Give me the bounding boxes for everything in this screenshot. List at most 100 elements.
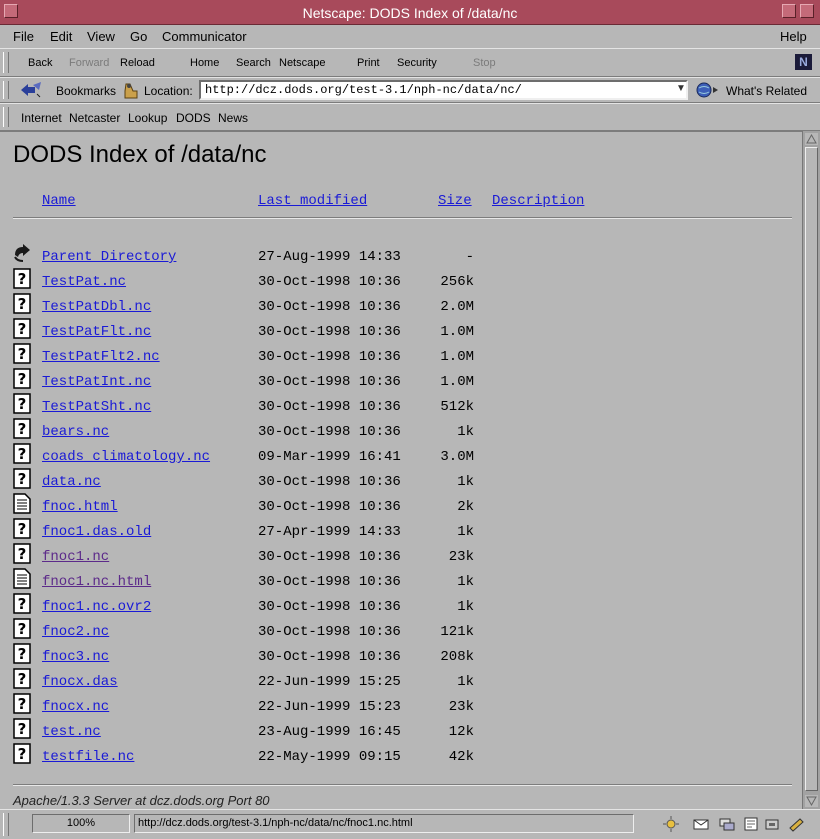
sort-by-modified-link[interactable]: Last modified — [258, 193, 367, 209]
personal-link-netcaster[interactable]: Netcaster — [69, 111, 120, 125]
file-link[interactable]: fnocx.das — [42, 674, 118, 690]
menu-edit[interactable]: Edit — [50, 29, 72, 44]
file-link[interactable]: TestPatFlt2.nc — [42, 349, 160, 365]
unknown-file-icon[interactable]: ? — [13, 318, 33, 340]
file-link[interactable]: fnoc2.nc — [42, 624, 109, 640]
unknown-file-icon[interactable]: ? — [13, 543, 33, 565]
file-link[interactable]: fnoc1.nc.ovr2 — [42, 599, 151, 615]
unknown-file-icon[interactable]: ? — [13, 518, 33, 540]
back-icon[interactable] — [13, 243, 33, 265]
unknown-file-icon[interactable]: ? — [13, 443, 33, 465]
security-key-icon[interactable] — [788, 816, 806, 832]
menu-view[interactable]: View — [87, 29, 115, 44]
reload-button[interactable]: Reload — [120, 57, 155, 69]
bookmarks-button[interactable]: Bookmarks — [56, 84, 116, 98]
file-link[interactable]: TestPatDbl.nc — [42, 299, 151, 315]
modified-date: 27-Apr-1999 14:33 — [258, 524, 401, 540]
table-row: ? testfile.nc 22-May-1999 09:15 42k — [0, 743, 800, 771]
file-link[interactable]: TestPat.nc — [42, 274, 126, 290]
minimize-button[interactable] — [782, 4, 796, 18]
file-link[interactable]: TestPatSht.nc — [42, 399, 151, 415]
file-link[interactable]: fnoc1.nc — [42, 549, 109, 565]
sun-icon[interactable] — [662, 816, 680, 832]
file-link[interactable]: bears.nc — [42, 424, 109, 440]
mail-icon[interactable] — [692, 816, 710, 832]
unknown-file-icon[interactable]: ? — [13, 693, 33, 715]
menu-help[interactable]: Help — [780, 29, 807, 44]
modified-date: 30-Oct-1998 10:36 — [258, 399, 401, 415]
toolbar-grip[interactable] — [3, 813, 9, 836]
personal-link-internet[interactable]: Internet — [21, 111, 62, 125]
unknown-file-icon[interactable]: ? — [13, 268, 33, 290]
text-file-icon[interactable] — [13, 568, 33, 590]
unknown-file-icon[interactable]: ? — [13, 643, 33, 665]
file-link[interactable]: test.nc — [42, 724, 101, 740]
unknown-file-icon[interactable]: ? — [13, 718, 33, 740]
whats-related-button[interactable]: What's Related — [726, 84, 807, 98]
file-link[interactable]: fnoc3.nc — [42, 649, 109, 665]
unknown-file-icon[interactable]: ? — [13, 368, 33, 390]
svg-text:?: ? — [18, 520, 27, 538]
sort-by-description-link[interactable]: Description — [492, 193, 584, 209]
maximize-button[interactable] — [800, 4, 814, 18]
unknown-file-icon[interactable]: ? — [13, 418, 33, 440]
unknown-file-icon[interactable]: ? — [13, 618, 33, 640]
netscape-button[interactable]: Netscape — [279, 57, 325, 69]
file-link[interactable]: TestPatInt.nc — [42, 374, 151, 390]
composer-icon[interactable] — [742, 816, 760, 832]
unknown-file-icon[interactable]: ? — [13, 593, 33, 615]
stop-button[interactable]: Stop — [473, 57, 496, 69]
unknown-file-icon[interactable]: ? — [13, 743, 33, 765]
sort-by-name-link[interactable]: Name — [42, 193, 76, 209]
file-link[interactable]: testfile.nc — [42, 749, 134, 765]
scroll-thumb[interactable] — [805, 147, 818, 791]
file-size: 1k — [457, 474, 474, 490]
security-lock-icon[interactable] — [763, 816, 781, 832]
file-size: 1.0M — [440, 349, 474, 365]
text-file-icon[interactable] — [13, 493, 33, 515]
table-row: ? fnoc1.das.old 27-Apr-1999 14:33 1k — [0, 518, 800, 546]
bookmarks-icon[interactable] — [19, 81, 43, 99]
chevron-down-icon[interactable]: ▼ — [676, 83, 686, 94]
title-bar[interactable]: Netscape: DODS Index of /data/nc — [0, 0, 820, 25]
print-button[interactable]: Print — [357, 57, 380, 69]
file-size: 1k — [457, 599, 474, 615]
personal-link-news[interactable]: News — [218, 111, 248, 125]
discussion-icon[interactable] — [718, 816, 736, 832]
unknown-file-icon[interactable]: ? — [13, 343, 33, 365]
security-button[interactable]: Security — [397, 57, 437, 69]
unknown-file-icon[interactable]: ? — [13, 293, 33, 315]
file-link[interactable]: fnocx.nc — [42, 699, 109, 715]
back-button[interactable]: Back — [28, 57, 52, 69]
file-link[interactable]: fnoc1.nc.html — [42, 574, 151, 590]
whats-related-icon[interactable] — [695, 81, 719, 99]
unknown-file-icon[interactable]: ? — [13, 468, 33, 490]
file-link[interactable]: coads_climatology.nc — [42, 449, 210, 465]
personal-link-dods[interactable]: DODS — [176, 111, 211, 125]
unknown-file-icon[interactable]: ? — [13, 668, 33, 690]
forward-button[interactable]: Forward — [69, 57, 109, 69]
file-link[interactable]: TestPatFlt.nc — [42, 324, 151, 340]
toolbar-grip[interactable] — [3, 52, 9, 73]
file-size: 512k — [440, 399, 474, 415]
scroll-up-icon[interactable] — [805, 133, 818, 145]
file-link[interactable]: data.nc — [42, 474, 101, 490]
unknown-file-icon[interactable]: ? — [13, 393, 33, 415]
home-button[interactable]: Home — [190, 57, 219, 69]
vertical-scrollbar[interactable] — [802, 131, 820, 809]
search-button[interactable]: Search — [236, 57, 271, 69]
location-input[interactable] — [199, 80, 688, 100]
svg-text:?: ? — [18, 295, 27, 313]
sort-by-size-link[interactable]: Size — [438, 193, 472, 209]
scroll-down-icon[interactable] — [805, 795, 818, 807]
toolbar-grip[interactable] — [3, 81, 9, 99]
file-link[interactable]: Parent Directory — [42, 249, 176, 265]
file-link[interactable]: fnoc1.das.old — [42, 524, 151, 540]
file-link[interactable]: fnoc.html — [42, 499, 118, 515]
location-page-icon[interactable] — [121, 82, 141, 100]
toolbar-grip[interactable] — [3, 107, 9, 127]
menu-file[interactable]: File — [13, 29, 34, 44]
menu-go[interactable]: Go — [130, 29, 147, 44]
menu-communicator[interactable]: Communicator — [162, 29, 247, 44]
personal-link-lookup[interactable]: Lookup — [128, 111, 167, 125]
